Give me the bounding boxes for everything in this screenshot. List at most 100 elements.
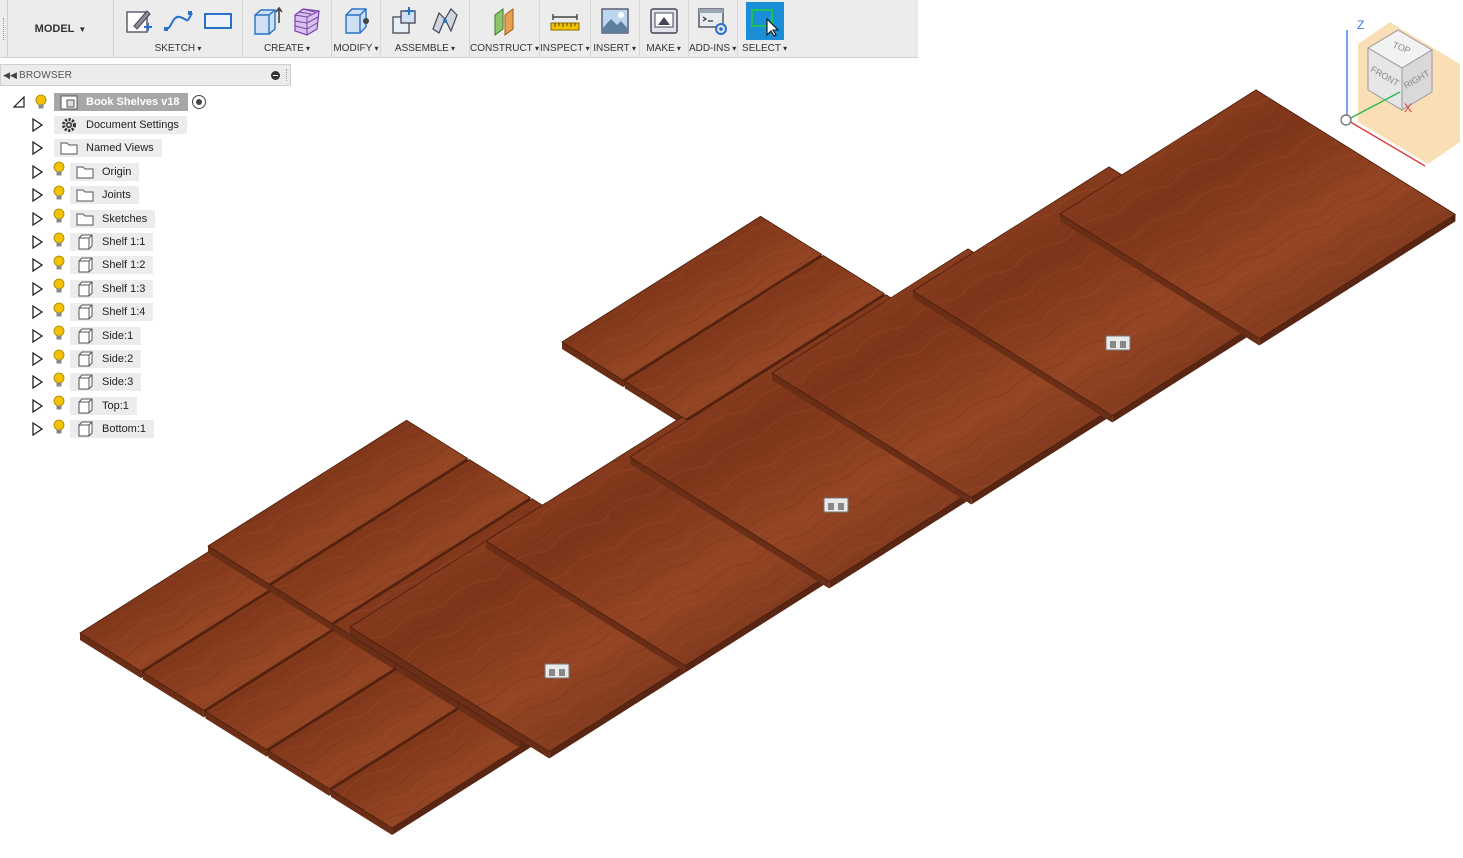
- tree-item-node[interactable]: Side:3: [70, 373, 142, 392]
- visibility-bulb-icon[interactable]: [52, 325, 66, 346]
- create-sketch-icon[interactable]: [122, 5, 154, 37]
- scripts-addins-icon[interactable]: [697, 5, 729, 37]
- tree-item[interactable]: Sketches: [30, 208, 156, 229]
- expand-triangle-icon[interactable]: [30, 118, 44, 132]
- toolbar-group-select[interactable]: SELECT: [738, 0, 792, 58]
- tree-root[interactable]: Book Shelves v18: [12, 92, 206, 112]
- toolbar-group-construct[interactable]: CONSTRUCT: [470, 0, 541, 58]
- select-tool-button[interactable]: [745, 2, 784, 40]
- tree-item[interactable]: Shelf 1:2: [30, 255, 154, 276]
- tree-item[interactable]: Side:1: [30, 325, 142, 346]
- expand-triangle-icon[interactable]: [30, 398, 44, 413]
- viewcube[interactable]: TOP FRONT RIGHT Z X: [1330, 14, 1463, 174]
- tree-item-node[interactable]: Origin: [70, 162, 140, 181]
- toolbar-group-modify[interactable]: MODIFY: [332, 0, 381, 58]
- tree-item[interactable]: Named Views: [30, 138, 162, 158]
- collapse-triangle-icon[interactable]: [12, 95, 26, 109]
- tree-item-node[interactable]: Top:1: [70, 396, 137, 415]
- model-canvas[interactable]: [0, 0, 1463, 858]
- activate-component-radio[interactable]: [191, 95, 206, 109]
- toolbar-group-sketch[interactable]: SKETCH: [114, 0, 243, 58]
- x-axis-label: X: [1404, 101, 1412, 115]
- visibility-bulb-icon[interactable]: [52, 302, 66, 323]
- folder-icon: [70, 187, 102, 203]
- tree-item-label: Shelf 1:2: [102, 259, 146, 272]
- visibility-bulb-icon[interactable]: [52, 349, 66, 370]
- expand-triangle-icon[interactable]: [30, 422, 44, 437]
- visibility-bulb-icon[interactable]: [52, 395, 66, 416]
- expand-triangle-icon[interactable]: [30, 188, 44, 203]
- visibility-bulb-icon[interactable]: [52, 255, 66, 276]
- tree-item-node[interactable]: Joints: [70, 186, 139, 205]
- tree-item-node[interactable]: Sketches: [70, 209, 156, 228]
- offset-plane-icon[interactable]: [489, 5, 521, 37]
- tree-item-node[interactable]: Document Settings: [54, 116, 187, 134]
- visibility-bulb-icon[interactable]: [34, 94, 48, 110]
- tree-item[interactable]: Side:2: [30, 349, 142, 370]
- visibility-bulb-icon[interactable]: [52, 372, 66, 393]
- tree-item-node[interactable]: Named Views: [54, 139, 162, 158]
- press-pull-icon[interactable]: [340, 5, 372, 37]
- expand-triangle-icon[interactable]: [30, 235, 44, 249]
- tree-item[interactable]: Top:1: [30, 395, 137, 416]
- visibility-bulb-icon[interactable]: [52, 208, 66, 229]
- toolbar-grip[interactable]: [0, 0, 8, 58]
- tree-item[interactable]: Joints: [30, 185, 139, 205]
- tree-item-node[interactable]: Side:1: [70, 326, 142, 345]
- toolbar-group-create[interactable]: CREATE: [243, 0, 332, 58]
- expand-triangle-icon[interactable]: [30, 375, 44, 390]
- browser-resize-grip[interactable]: [286, 69, 287, 81]
- expand-triangle-icon[interactable]: [30, 141, 44, 156]
- toolbar-group-insert[interactable]: INSERT: [591, 0, 640, 58]
- root-component-node[interactable]: Book Shelves v18: [54, 93, 188, 111]
- expand-triangle-icon[interactable]: [30, 164, 44, 179]
- measure-icon[interactable]: [549, 5, 581, 37]
- insert-image-icon[interactable]: [599, 5, 631, 37]
- collapse-browser-icon[interactable]: ◀◀: [1, 70, 19, 81]
- expand-triangle-icon[interactable]: [30, 305, 44, 320]
- joint-icon[interactable]: [429, 5, 461, 37]
- workspace-switcher[interactable]: MODEL ▼: [8, 0, 114, 58]
- component-icon: [70, 281, 102, 297]
- tree-item[interactable]: Bottom:1: [30, 419, 155, 440]
- joint-glyph-icon[interactable]: [823, 497, 849, 513]
- toolbar-group-inspect[interactable]: INSPECT: [540, 0, 591, 58]
- rectangle-sketch-icon[interactable]: [202, 5, 234, 37]
- tree-item[interactable]: Shelf 1:1: [30, 232, 154, 253]
- tree-item[interactable]: Origin: [30, 161, 140, 182]
- joint-glyph-icon[interactable]: [544, 663, 570, 679]
- toolbar-group-make[interactable]: MAKE: [640, 0, 689, 58]
- visibility-bulb-icon[interactable]: [52, 419, 66, 440]
- home-view-icon[interactable]: [1340, 114, 1352, 126]
- tree-item-node[interactable]: Shelf 1:3: [70, 279, 154, 298]
- new-component-icon[interactable]: [389, 5, 421, 37]
- spline-icon[interactable]: [162, 5, 194, 37]
- visibility-bulb-icon[interactable]: [52, 278, 66, 299]
- tree-item-node[interactable]: Side:2: [70, 350, 142, 368]
- joint-glyph-icon[interactable]: [1105, 335, 1131, 351]
- toolbar-group-addins[interactable]: ADD-INS: [689, 0, 738, 58]
- visibility-bulb-icon[interactable]: [52, 161, 66, 182]
- visibility-bulb-icon[interactable]: [52, 185, 66, 206]
- pin-browser-icon[interactable]: [271, 70, 280, 80]
- tree-item-node[interactable]: Shelf 1:4: [70, 303, 154, 322]
- tree-item[interactable]: Shelf 1:3: [30, 278, 154, 299]
- expand-triangle-icon[interactable]: [30, 352, 44, 366]
- expand-triangle-icon[interactable]: [30, 281, 44, 296]
- expand-triangle-icon[interactable]: [30, 258, 44, 273]
- tree-item-node[interactable]: Shelf 1:1: [70, 233, 154, 251]
- 3d-print-icon[interactable]: [648, 5, 680, 37]
- expand-triangle-icon[interactable]: [30, 211, 44, 226]
- visibility-bulb-icon[interactable]: [52, 232, 66, 253]
- extrude-icon[interactable]: [251, 5, 283, 37]
- tree-item[interactable]: Shelf 1:4: [30, 302, 154, 323]
- tree-item[interactable]: Side:3: [30, 372, 142, 393]
- form-icon[interactable]: [291, 5, 323, 37]
- toolbar-group-assemble[interactable]: ASSEMBLE: [381, 0, 470, 58]
- tree-item-label: Top:1: [102, 399, 129, 412]
- tree-item-node[interactable]: Shelf 1:2: [70, 256, 154, 275]
- expand-triangle-icon[interactable]: [30, 328, 44, 343]
- tree-item[interactable]: Document Settings: [30, 115, 187, 135]
- tree-item-node[interactable]: Bottom:1: [70, 420, 155, 439]
- workspace-label: MODEL: [34, 23, 75, 35]
